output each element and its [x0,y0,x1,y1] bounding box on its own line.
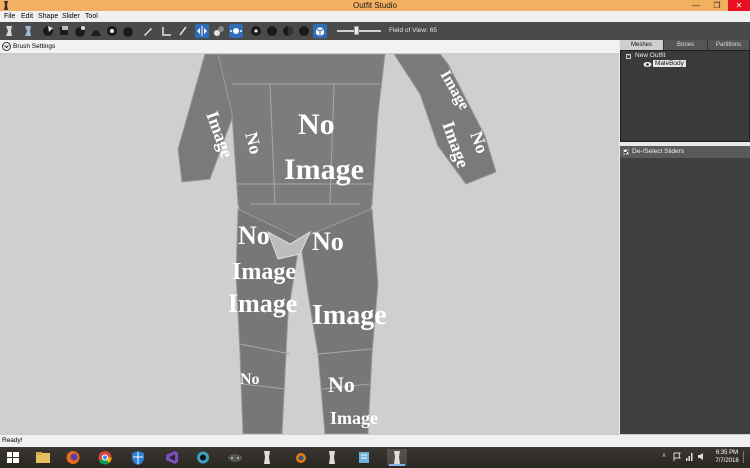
fov-slider-thumb[interactable] [354,26,359,35]
clock-date: 7/7/2018 [715,458,739,464]
menu-shape[interactable]: Shape [38,11,58,22]
blender-icon[interactable] [290,449,310,466]
collapse-icon[interactable]: - [626,54,631,59]
pivot-icon[interactable] [176,24,190,38]
menu-tool[interactable]: Tool [85,11,98,22]
texture-icon[interactable] [297,24,311,38]
tree-root-new-outfit[interactable]: New Outfit [635,52,665,59]
3d-viewport[interactable]: No Image No No Image Image Image No No I… [0,54,619,434]
menu-bar: File Edit Shape Slider Tool [0,11,750,22]
menu-edit[interactable]: Edit [21,11,33,22]
svg-text:Image: Image [232,259,296,285]
minimize-button[interactable]: — [686,0,706,11]
close-button[interactable]: ✕ [728,0,750,11]
brush-deflate-icon[interactable] [57,24,71,38]
tab-meshes[interactable]: Meshes [620,40,664,50]
svg-text:No: No [240,371,260,388]
svg-text:No: No [312,227,344,256]
brush-standard-icon[interactable] [41,24,55,38]
brush-smooth-icon[interactable] [89,24,103,38]
sliders-panel [620,158,750,434]
brush-move-icon[interactable] [73,24,87,38]
vertex-point-icon[interactable] [249,24,263,38]
sliders-header: De-/Select Sliders [620,146,750,158]
menu-file[interactable]: File [4,11,15,22]
connected-only-icon[interactable] [212,24,226,38]
tab-bones[interactable]: Bones [664,40,708,50]
controller-icon[interactable] [225,449,245,466]
volume-icon[interactable] [697,452,706,463]
mesh-tree: - New Outfit MaleBody [620,50,750,142]
tree-item-malebody[interactable]: MaleBody [653,60,686,67]
windows-start-icon[interactable] [3,449,23,466]
eye-icon[interactable] [643,61,652,68]
brush-settings-label: Brush Settings [13,43,56,50]
svg-text:No: No [298,108,335,141]
view-cube-icon[interactable] [313,24,327,38]
tab-partitions[interactable]: Partitions [708,40,750,50]
firefox-icon[interactable] [63,449,83,466]
right-panel-tabs: Meshes Bones Partitions [620,40,750,50]
transform-icon[interactable] [160,24,174,38]
x-mirror-icon[interactable] [195,24,209,38]
status-text: Ready! [2,437,23,444]
wireframe-icon[interactable] [265,24,279,38]
svg-text:No: No [328,372,355,397]
flag-icon[interactable] [673,452,681,463]
fov-slider-track[interactable] [337,30,381,32]
fov-label: Field of View: 65 [389,27,437,34]
menu-slider[interactable]: Slider [62,11,80,22]
network-icon[interactable] [685,452,694,463]
lighting-icon[interactable] [281,24,295,38]
outfit-studio-active-icon[interactable] [387,449,407,466]
svg-text:Image: Image [312,300,387,331]
chevron-down-icon[interactable] [2,42,11,51]
body-mesh[interactable]: No Image No No Image Image Image No No I… [0,54,619,434]
brush-weight-icon[interactable] [121,24,135,38]
notifications-icon[interactable] [743,451,750,463]
brush-mask-icon[interactable] [105,24,119,38]
svg-text:Image: Image [228,289,297,318]
chevron-up-icon[interactable]: ˄ [662,453,666,460]
maximize-button[interactable]: ❐ [707,0,727,11]
visual-studio-icon[interactable] [162,449,182,466]
brush-settings-bar[interactable] [0,40,619,54]
color-brush-icon[interactable] [141,24,155,38]
select-tool-icon[interactable] [21,24,35,38]
select-sliders-label: De-/Select Sliders [632,148,685,155]
notepad-icon[interactable] [354,449,374,466]
status-bar [0,434,750,447]
outfit-studio-taskbar-icon[interactable] [322,449,342,466]
window-title: Outfit Studio [352,1,398,10]
select-sliders-checkbox[interactable] [623,149,629,155]
defender-shield-icon[interactable] [128,449,148,466]
svg-text:Image: Image [330,408,378,428]
clock-time: 6:35 PM [715,450,739,456]
svg-text:No: No [238,221,270,250]
chrome-icon[interactable] [95,449,115,466]
svg-text:Image: Image [284,153,364,186]
global-brush-icon[interactable] [229,24,243,38]
clock[interactable]: 6:35 PM 7/7/2018 [712,449,742,465]
outfit-tool-icon[interactable] [2,24,16,38]
bodyslide-icon[interactable] [257,449,277,466]
file-explorer-icon[interactable] [33,449,53,466]
camera-app-icon[interactable] [193,449,213,466]
